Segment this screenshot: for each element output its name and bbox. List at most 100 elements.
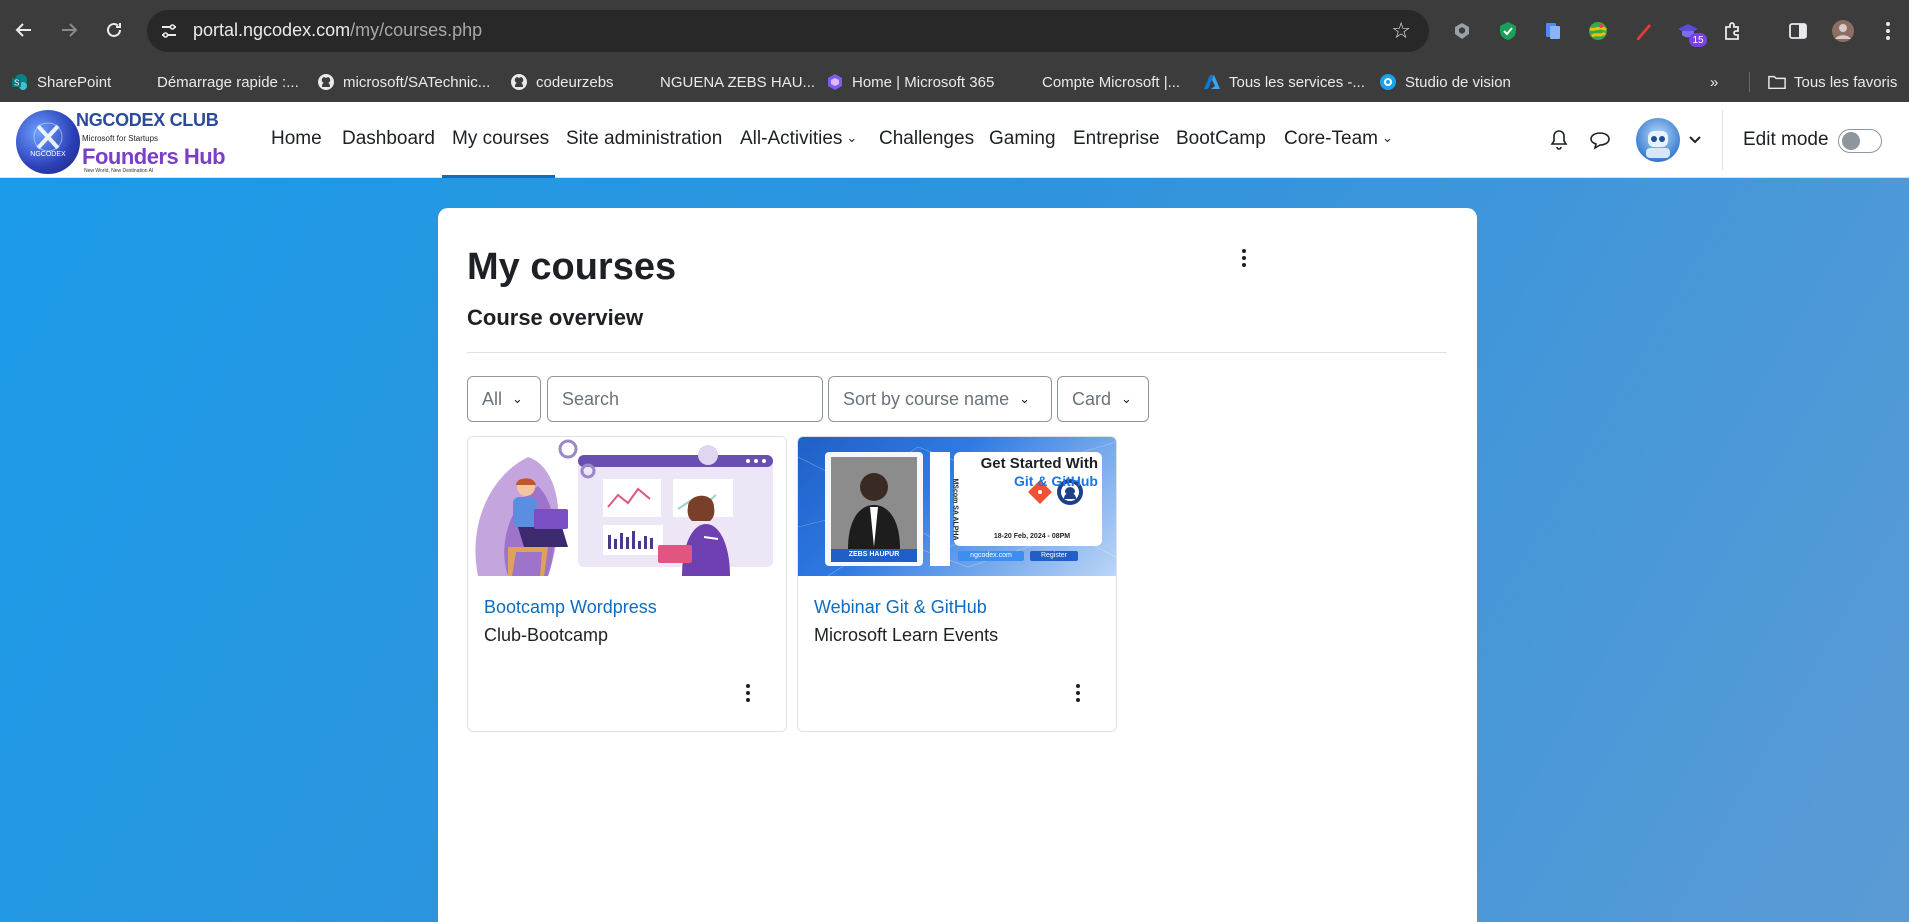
bookmarks-divider <box>1749 72 1750 92</box>
folder-icon <box>1768 73 1786 91</box>
bookmark-label: Compte Microsoft |... <box>1042 73 1181 91</box>
nav-site-administration[interactable]: Site administration <box>566 128 722 150</box>
forward-arrow-icon <box>62 23 78 37</box>
sort-dropdown[interactable]: Sort by course name ⌄ <box>828 376 1052 422</box>
all-bookmarks-folder[interactable]: Tous les favoris <box>1768 70 1897 94</box>
docs-extension-icon[interactable] <box>1541 19 1565 43</box>
reload-icon <box>107 22 121 37</box>
browser-menu-icon[interactable] <box>1876 19 1900 43</box>
banner-speaker: ZEBS HAUPUR <box>848 551 900 558</box>
extensions-puzzle-icon[interactable] <box>1721 19 1745 43</box>
bookmark-microsoft-365[interactable]: Home | Microsoft 365 <box>826 70 994 94</box>
banner-headline: Get Started With <box>980 455 1098 472</box>
bookmark-label: NGUENA ZEBS HAU... <box>660 73 816 91</box>
reload-button[interactable] <box>100 16 128 44</box>
bookmark-label: codeurzebs <box>536 73 614 91</box>
banner-date: 18-20 Feb, 2024 - 08PM <box>993 533 1071 540</box>
view-mode-dropdown[interactable]: Card ⌄ <box>1057 376 1149 422</box>
bookmark-star-icon[interactable]: ☆ <box>1391 18 1411 44</box>
globe-extension-icon[interactable] <box>1586 19 1610 43</box>
chevron-down-icon: ⌄ <box>512 391 523 406</box>
extension-badge: 15 <box>1689 33 1707 47</box>
nav-core-team[interactable]: Core-Team ⌄ <box>1284 128 1393 150</box>
logo-tagline: New World, New Destination AI <box>84 168 154 174</box>
nav-bootcamp[interactable]: BootCamp <box>1176 128 1266 150</box>
bookmark-codeurzebs[interactable]: codeurzebs <box>510 70 614 94</box>
course-card-bootcamp-wordpress[interactable]: Bootcamp Wordpress Club-Bootcamp <box>467 436 787 732</box>
bookmark-compte-microsoft[interactable]: Compte Microsoft |... <box>1016 70 1180 94</box>
url-text: portal.ngcodex.com/my/courses.php <box>193 20 482 41</box>
microsoft-logo-icon <box>634 73 652 91</box>
course-category: Microsoft Learn Events <box>814 625 999 645</box>
github-icon <box>317 73 335 91</box>
chevron-down-icon: ⌄ <box>846 130 858 145</box>
chevron-down-icon: ⌄ <box>1121 391 1132 406</box>
bookmark-nguena[interactable]: NGUENA ZEBS HAU... <box>634 70 815 94</box>
site-navbar: NGCODEX NGCODEX CLUB Microsoft for Start… <box>0 102 1909 178</box>
site-logo[interactable]: NGCODEX NGCODEX CLUB Microsoft for Start… <box>16 106 226 176</box>
bookmark-sharepoint[interactable]: S SharePoint <box>11 70 111 94</box>
nav-challenges[interactable]: Challenges <box>879 128 974 150</box>
bookmark-satechnical[interactable]: microsoft/SATechnic... <box>317 70 490 94</box>
course-name-link[interactable]: Webinar Git & GitHub <box>814 597 987 618</box>
course-name-link[interactable]: Bootcamp Wordpress <box>484 597 657 618</box>
nav-home[interactable]: Home <box>271 128 322 150</box>
navbar-divider <box>1722 110 1723 170</box>
back-arrow-icon <box>15 23 31 37</box>
bookmark-label: microsoft/SATechnic... <box>343 73 491 91</box>
course-card-webinar-git-github[interactable]: MScom SA ALPHA Get Started With Git & Gi… <box>797 436 1117 732</box>
bookmark-azure-services[interactable]: Tous les services -... <box>1203 70 1365 94</box>
nav-dashboard[interactable]: Dashboard <box>342 128 435 150</box>
pen-extension-icon[interactable] <box>1631 19 1655 43</box>
edit-mode-toggle[interactable] <box>1838 129 1882 153</box>
course-actions-menu-icon[interactable] <box>738 681 758 705</box>
main-content-card: My courses Course overview All ⌄ Search S… <box>438 208 1477 922</box>
security-check-extension-icon[interactable] <box>1496 19 1520 43</box>
bookmark-studio-de-vision[interactable]: Studio de vision <box>1379 70 1511 94</box>
user-menu-chevron-icon[interactable] <box>1683 128 1707 152</box>
notifications-bell-icon[interactable] <box>1547 128 1571 152</box>
nav-my-courses[interactable]: My courses <box>452 128 549 150</box>
back-button[interactable] <box>10 16 38 44</box>
nav-entreprise[interactable]: Entreprise <box>1073 128 1160 150</box>
chevron-down-icon: ⌄ <box>1019 391 1030 406</box>
bookmark-label: Studio de vision <box>1405 73 1511 91</box>
bookmark-label: Home | Microsoft 365 <box>852 73 995 91</box>
svg-text:S: S <box>14 79 19 88</box>
toggle-knob <box>1842 132 1860 150</box>
nav-gaming[interactable]: Gaming <box>989 128 1056 150</box>
page-title: My courses <box>467 246 677 288</box>
logo-club-text: NGCODEX CLUB <box>76 110 219 130</box>
site-settings-icon[interactable] <box>159 21 179 41</box>
double-chevron-icon: » <box>1710 73 1719 91</box>
page-background: My courses Course overview All ⌄ Search S… <box>0 178 1909 922</box>
grouping-filter-dropdown[interactable]: All ⌄ <box>467 376 541 422</box>
address-bar[interactable]: portal.ngcodex.com/my/courses.php ☆ <box>147 10 1429 52</box>
edit-mode-label: Edit mode <box>1743 129 1829 150</box>
bookmark-label: SharePoint <box>37 73 112 91</box>
logo-x-icon <box>33 122 63 152</box>
side-panel-icon[interactable] <box>1786 19 1810 43</box>
robot-avatar-icon <box>1646 131 1670 158</box>
more-bookmarks-button[interactable]: » <box>1710 70 1718 94</box>
chevron-down-icon: ⌄ <box>1381 130 1393 145</box>
logo-tag: NGCODEX <box>30 151 66 158</box>
browser-toolbar: portal.ngcodex.com/my/courses.php ☆ 15 <box>0 0 1909 62</box>
vision-studio-icon <box>1379 73 1397 91</box>
shield-extension-icon[interactable] <box>1450 19 1474 43</box>
nav-all-activities[interactable]: All-Activities ⌄ <box>740 128 857 150</box>
messages-chat-icon[interactable] <box>1588 128 1612 152</box>
profile-avatar-icon[interactable] <box>1831 19 1855 43</box>
microsoft-365-icon <box>826 73 844 91</box>
forward-button[interactable] <box>55 16 83 44</box>
graduation-cap-extension-icon[interactable]: 15 <box>1676 19 1707 47</box>
user-avatar[interactable] <box>1636 118 1680 162</box>
nav-all-activities-label: All-Activities <box>740 128 843 149</box>
course-search-input[interactable]: Search <box>547 376 823 422</box>
logo-ms-text: Microsoft for Startups <box>82 134 159 143</box>
course-actions-menu-icon[interactable] <box>1068 681 1088 705</box>
page-actions-menu-icon[interactable] <box>1234 246 1254 270</box>
url-path: /my/courses.php <box>350 20 483 40</box>
view-mode-value: Card <box>1072 388 1112 409</box>
bookmark-demarrage[interactable]: Démarrage rapide :... <box>131 70 299 94</box>
